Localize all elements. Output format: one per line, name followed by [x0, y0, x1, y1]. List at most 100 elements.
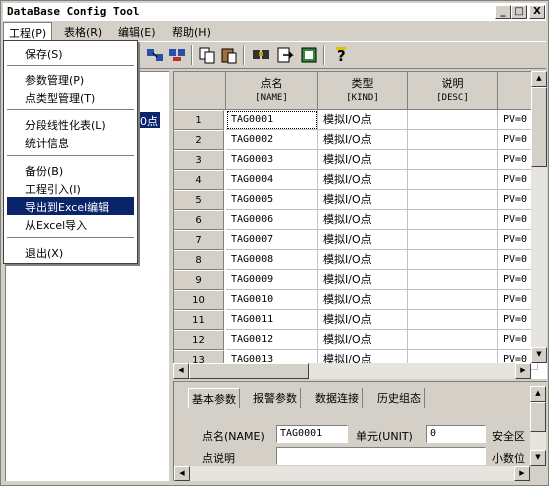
cell-desc[interactable] [408, 310, 498, 330]
cell-name[interactable]: TAG0004 [226, 170, 318, 190]
cell-name[interactable]: TAG0008 [226, 250, 318, 270]
paste-icon[interactable] [219, 45, 239, 65]
row-number[interactable]: 4 [174, 170, 224, 190]
cell-desc[interactable] [408, 290, 498, 310]
scroll-down-icon[interactable]: ▼ [531, 347, 547, 363]
cell-name[interactable]: TAG0003 [226, 150, 318, 170]
cell-name[interactable]: TAG0006 [226, 210, 318, 230]
menu-item-backup[interactable]: 备份(B) [7, 161, 134, 179]
tab-history-config[interactable]: 历史组态 [374, 388, 425, 408]
tab-basic-params[interactable]: 基本参数 [188, 388, 240, 408]
grid-vscrollbar[interactable]: ▲ ▼ [531, 71, 547, 363]
menu-item-statistics[interactable]: 统计信息 [7, 133, 134, 151]
cell-kind[interactable]: 模拟I/O点 [318, 250, 408, 270]
cell-kind[interactable]: 模拟I/O点 [318, 170, 408, 190]
menu-item-exit[interactable]: 退出(X) [7, 243, 134, 261]
cell-kind[interactable]: 模拟I/O点 [318, 210, 408, 230]
menu-item-import-excel[interactable]: 从Excel导入 [7, 215, 134, 233]
help-icon[interactable]: ? [331, 45, 351, 65]
panel-scroll-right-icon[interactable]: ▶ [514, 466, 530, 481]
cell-desc[interactable] [408, 270, 498, 290]
row-number[interactable]: 6 [174, 210, 224, 230]
panel-vscrollbar[interactable]: ▲ ▼ [530, 386, 546, 466]
link-icon[interactable] [145, 45, 165, 65]
panel-scroll-down-icon[interactable]: ▼ [530, 450, 546, 466]
menu-item-save[interactable]: 保存(S) [7, 44, 134, 62]
menu-item-export-excel[interactable]: 导出到Excel编辑 [7, 197, 134, 215]
points-grid[interactable]: 点名 [NAME] 类型 [KIND] 说明 [DESC] 1 TAG0001 模拟… [173, 71, 547, 379]
cell-kind[interactable]: 模拟I/O点 [318, 310, 408, 330]
scroll-right-icon[interactable]: ▶ [515, 363, 531, 379]
cell-desc[interactable] [408, 110, 498, 130]
cell-name[interactable]: TAG0009 [226, 270, 318, 290]
grid-hscrollbar[interactable]: ◀ ▶ [173, 363, 531, 379]
row-number[interactable]: 10 [174, 290, 224, 310]
cell-name[interactable]: TAG0012 [226, 330, 318, 350]
close-button[interactable]: X [529, 5, 545, 19]
desc-field[interactable] [276, 447, 486, 465]
cell-name[interactable]: TAG0005 [226, 190, 318, 210]
menu-edit[interactable]: 编辑(E) [113, 22, 161, 40]
cell-desc[interactable] [408, 330, 498, 350]
menu-item-project-import[interactable]: 工程引入(I) [7, 179, 134, 197]
cell-kind[interactable]: 模拟I/O点 [318, 190, 408, 210]
menu-item-param-manage[interactable]: 参数管理(P) [7, 70, 134, 88]
row-number[interactable]: 11 [174, 310, 224, 330]
cell-name[interactable]: TAG0001 [226, 110, 318, 130]
panel-scroll-up-icon[interactable]: ▲ [530, 386, 546, 402]
unit-field[interactable]: 0 [426, 425, 486, 443]
header-name[interactable]: 点名 [NAME] [226, 72, 318, 110]
panel-scroll-left-icon[interactable]: ◀ [174, 466, 190, 481]
row-number[interactable]: 7 [174, 230, 224, 250]
cell-name[interactable]: TAG0010 [226, 290, 318, 310]
cell-kind[interactable]: 模拟I/O点 [318, 270, 408, 290]
row-number[interactable]: 3 [174, 150, 224, 170]
cell-desc[interactable] [408, 150, 498, 170]
cell-name[interactable]: TAG0002 [226, 130, 318, 150]
scroll-thumb[interactable] [531, 87, 547, 167]
header-desc[interactable]: 说明 [DESC] [408, 72, 498, 110]
menu-table[interactable]: 表格(R) [59, 22, 107, 40]
tree-selected-node[interactable]: 0点 [138, 112, 160, 128]
row-number[interactable]: 12 [174, 330, 224, 350]
cell-desc[interactable] [408, 210, 498, 230]
panel-hscrollbar[interactable]: ◀ ▶ [174, 466, 530, 481]
name-field[interactable]: TAG0001 [276, 425, 348, 443]
row-number[interactable]: 5 [174, 190, 224, 210]
cell-desc[interactable] [408, 250, 498, 270]
menu-help[interactable]: 帮助(H) [167, 22, 216, 40]
row-number[interactable]: 1 [174, 110, 224, 130]
row-number[interactable]: 9 [174, 270, 224, 290]
cell-kind[interactable]: 模拟I/O点 [318, 150, 408, 170]
tab-data-connection[interactable]: 数据连接 [312, 388, 363, 408]
cell-name[interactable]: TAG0011 [226, 310, 318, 330]
cell-desc[interactable] [408, 130, 498, 150]
menu-item-pointtype-manage[interactable]: 点类型管理(T) [7, 88, 134, 106]
cell-desc[interactable] [408, 190, 498, 210]
cell-kind[interactable]: 模拟I/O点 [318, 290, 408, 310]
cell-kind[interactable]: 模拟I/O点 [318, 230, 408, 250]
maximize-button[interactable]: □ [511, 5, 527, 19]
copy-icon[interactable] [197, 45, 217, 65]
hscroll-thumb[interactable] [189, 363, 309, 379]
scroll-up-icon[interactable]: ▲ [531, 71, 547, 87]
panel-scroll-thumb[interactable] [530, 402, 546, 432]
cell-kind[interactable]: 模拟I/O点 [318, 130, 408, 150]
row-number[interactable]: 8 [174, 250, 224, 270]
menu-item-piecewise-table[interactable]: 分段线性化表(L) [7, 115, 134, 133]
row-number[interactable]: 2 [174, 130, 224, 150]
cell-name[interactable]: TAG0007 [226, 230, 318, 250]
cell-desc[interactable] [408, 170, 498, 190]
header-kind[interactable]: 类型 [KIND] [318, 72, 408, 110]
import-icon[interactable] [299, 45, 319, 65]
cell-kind[interactable]: 模拟I/O点 [318, 110, 408, 130]
unlink-icon[interactable] [167, 45, 187, 65]
find-icon[interactable] [251, 45, 271, 65]
export-icon[interactable] [275, 45, 295, 65]
menu-project[interactable]: 工程(P) [3, 22, 53, 40]
minimize-button[interactable]: _ [495, 5, 511, 19]
scroll-left-icon[interactable]: ◀ [173, 363, 189, 379]
cell-kind[interactable]: 模拟I/O点 [318, 330, 408, 350]
tab-alarm-params[interactable]: 报警参数 [250, 388, 301, 408]
cell-desc[interactable] [408, 230, 498, 250]
